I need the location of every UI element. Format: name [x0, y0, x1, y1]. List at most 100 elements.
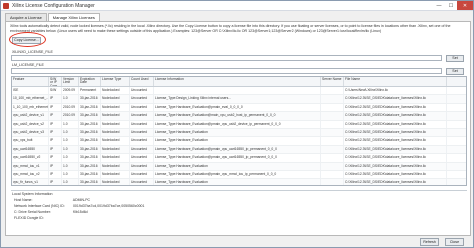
cell-file-name: C:\Xilinx\12.3\ISE_DS\EDK\data\core_lice… — [344, 179, 447, 185]
table-row[interactable]: 10_100_mb_ethernet_... IP 1.0 30-jan-2016 No… — [12, 95, 466, 104]
cell-sw-ip: IP — [49, 95, 62, 103]
cell-version: 1.0 — [62, 137, 79, 145]
cell-version: 2010.09 — [62, 103, 79, 112]
table-row[interactable]: vpu_usb2_device_v3 IP 1.0 30-jan-2016 Nodelo… — [12, 128, 466, 138]
xilinxd-license-field[interactable] — [11, 55, 442, 61]
cell-expiration: 30-jan-2016 — [79, 103, 101, 112]
col-version[interactable]: Version Limit — [62, 77, 79, 86]
table-row[interactable]: vpu_mmcl_iou_v2 IP 1.0 30-jan-2016 Nodelocke… — [12, 170, 466, 180]
cell-server-name — [321, 112, 344, 120]
nic-id-value: 0019d37ba7cd,0019d37ba7ce,0050560c0001 — [72, 204, 145, 208]
cell-expiration: 30-jan-2016 — [79, 137, 101, 145]
cell-expiration: 30-jan-2016 — [79, 170, 101, 179]
table-row[interactable]: vpu_uart16550_v2 IP 1.0 30-jan-2016 Nodelock… — [12, 154, 466, 163]
table-row[interactable]: vpu_usb2_device_v2 IP 1.0 30-jan-2016 Nodelo… — [12, 120, 466, 129]
cell-expiration: 30-jan-2016 — [79, 162, 101, 170]
set-lm-button[interactable]: Set — [446, 68, 464, 75]
highlight-annotation — [9, 32, 46, 47]
cell-count-used: Uncounted — [130, 112, 154, 120]
cell-sw-ip: S/W — [49, 87, 62, 95]
set-xilinxd-button[interactable]: Set — [446, 55, 464, 62]
cell-expiration: 30-jan-2016 — [79, 179, 101, 185]
table-row[interactable]: vpu_mmcl_iou_v1 IP 1.0 30-jan-2016 Nodelocke… — [12, 162, 466, 171]
col-count-used[interactable]: Count Used — [130, 77, 154, 86]
close-button[interactable]: Close — [445, 238, 464, 246]
col-license-type[interactable]: License Type — [101, 77, 130, 86]
cell-count-used: Uncounted — [130, 154, 154, 162]
cell-license-info: License_Type:Hardware_Evaluation@pmain_v… — [154, 154, 321, 162]
cell-file-name: C:\Xilinx\12.3\ISE_DS\EDK\data\core_lice… — [344, 137, 447, 145]
table-row[interactable]: vpu_usb2_device_v1 IP 2010.09 30-jan-2016 No… — [12, 112, 466, 121]
lm-license-label: LM_LICENSE_FILE — [12, 63, 44, 67]
cell-count-used: Uncounted — [130, 87, 154, 95]
cell-server-name — [321, 95, 344, 103]
cell-file-name: C:\Users\Neal\.Xilinx\Xilinx.lic — [344, 87, 447, 95]
cell-sw-ip: IP — [49, 154, 62, 162]
cell-file-name: C:\Xilinx\12.3\ISE_DS\EDK\data\core_lice… — [344, 128, 447, 137]
cell-server-name — [321, 103, 344, 112]
cell-count-used: Uncounted — [130, 103, 154, 112]
table-row[interactable]: vpu_xps_bolt IP 1.0 30-jan-2016 Nodelocked Un… — [12, 137, 466, 146]
cell-sw-ip: IP — [49, 170, 62, 179]
cell-version: 2010.09 — [62, 112, 79, 120]
nic-id-label: Network Interface Card (NIC) ID: — [14, 204, 65, 208]
cell-license-info: License_Type:Hardware_Evaluation — [154, 128, 321, 137]
cell-expiration: 30-jan-2016 — [79, 112, 101, 120]
col-sw-ip[interactable]: S/W or IP Core — [49, 77, 62, 86]
col-server-name[interactable]: Server Name — [321, 77, 344, 86]
cell-license-info: License_Type:Hardware_Evaluation — [154, 162, 321, 170]
col-feature[interactable]: Feature — [12, 77, 49, 86]
cell-license-info: License_Type:Hardware_Evaluation@pmain_v… — [154, 145, 321, 154]
cell-license-info: License_Type:Hardware_Evaluation@pmain_v… — [154, 170, 321, 179]
cell-version: 1.0 — [62, 162, 79, 170]
cell-server-name — [321, 145, 344, 154]
cell-license-type: Nodelocked — [101, 112, 130, 120]
cell-feature: vpu_mmcl_iou_v1 — [12, 162, 49, 170]
col-file-name[interactable]: File Name — [344, 77, 447, 86]
cell-feature: vpu_uart16550 — [12, 145, 49, 154]
cell-feature: vpu_uart16550_v2 — [12, 154, 49, 162]
cell-expiration: 30-jan-2016 — [79, 95, 101, 103]
instructions-text: Xilinx tools automatically detect valid,… — [10, 24, 451, 33]
cell-license-type: Nodelocked — [101, 179, 130, 185]
local-info-title: Local System Information — [12, 192, 53, 196]
table-row[interactable]: ISE S/W 2009.09 Permanent Nodelocked Uncounte… — [12, 87, 466, 96]
table-row[interactable]: vpu_uart16550 IP 1.0 30-jan-2016 Nodelocked U… — [12, 145, 466, 155]
cell-license-type: Nodelocked — [101, 154, 130, 162]
maximize-button[interactable]: ☐ — [445, 1, 457, 10]
table-header: Feature S/W or IP Core Version Limit Exp… — [12, 77, 466, 87]
cell-version: 1.0 — [62, 170, 79, 179]
cell-feature: ISE — [12, 87, 49, 95]
refresh-button[interactable]: Refresh — [420, 238, 439, 246]
cell-file-name: C:\Xilinx\12.3\ISE_DS\EDK\data\core_lice… — [344, 162, 447, 170]
cell-sw-ip: IP — [49, 145, 62, 154]
title-bar: Xilinx License Configuration Manager — ☐… — [1, 1, 473, 11]
host-name-label: Host Name: — [14, 198, 33, 202]
license-table[interactable]: Feature S/W or IP Core Version Limit Exp… — [11, 76, 467, 186]
minimize-button[interactable]: — — [433, 1, 445, 10]
cell-license-info: License_Type:Hardware_Evaluation@pmain_v… — [154, 120, 321, 128]
cell-file-name: C:\Xilinx\12.3\ISE_DS\EDK\data\core_lice… — [344, 154, 447, 162]
disk-serial-row: C: Drive Serial Number: f0b15d6d — [14, 210, 88, 214]
app-icon — [3, 2, 9, 9]
cell-expiration: 30-jan-2016 — [79, 145, 101, 154]
lm-license-field[interactable] — [11, 68, 442, 74]
close-window-button[interactable]: ✕ — [457, 1, 473, 10]
cell-expiration: 30-jan-2016 — [79, 154, 101, 162]
cell-server-name — [321, 128, 344, 137]
cell-sw-ip: IP — [49, 112, 62, 120]
cell-count-used: Uncounted — [130, 179, 154, 185]
col-expiration[interactable]: Expiration Date — [79, 77, 101, 86]
tab-manage-licenses[interactable]: Manage Xilinx Licenses — [47, 13, 100, 21]
cell-file-name: C:\Xilinx\12.3\ISE_DS\EDK\data\core_lice… — [344, 95, 447, 103]
window-title: Xilinx License Configuration Manager — [12, 2, 95, 9]
cell-license-type: Nodelocked — [101, 137, 130, 145]
cell-file-name: C:\Xilinx\12.3\ISE_DS\EDK\data\core_lice… — [344, 112, 447, 120]
table-row[interactable]: 1_10_100_mb_ethernet_m...IP2010.0930-jan… — [12, 103, 466, 113]
table-row[interactable]: vpu_fir_funcs_v1 IP 1.0 30-jan-2016 Nodelock… — [12, 179, 466, 185]
cell-count-used: Uncounted — [130, 128, 154, 137]
tab-acquire-license[interactable]: Acquire a License — [5, 13, 47, 21]
col-license-info[interactable]: License Information — [154, 77, 321, 86]
cell-feature: vpu_mmcl_iou_v2 — [12, 170, 49, 179]
cell-count-used: Uncounted — [130, 170, 154, 179]
